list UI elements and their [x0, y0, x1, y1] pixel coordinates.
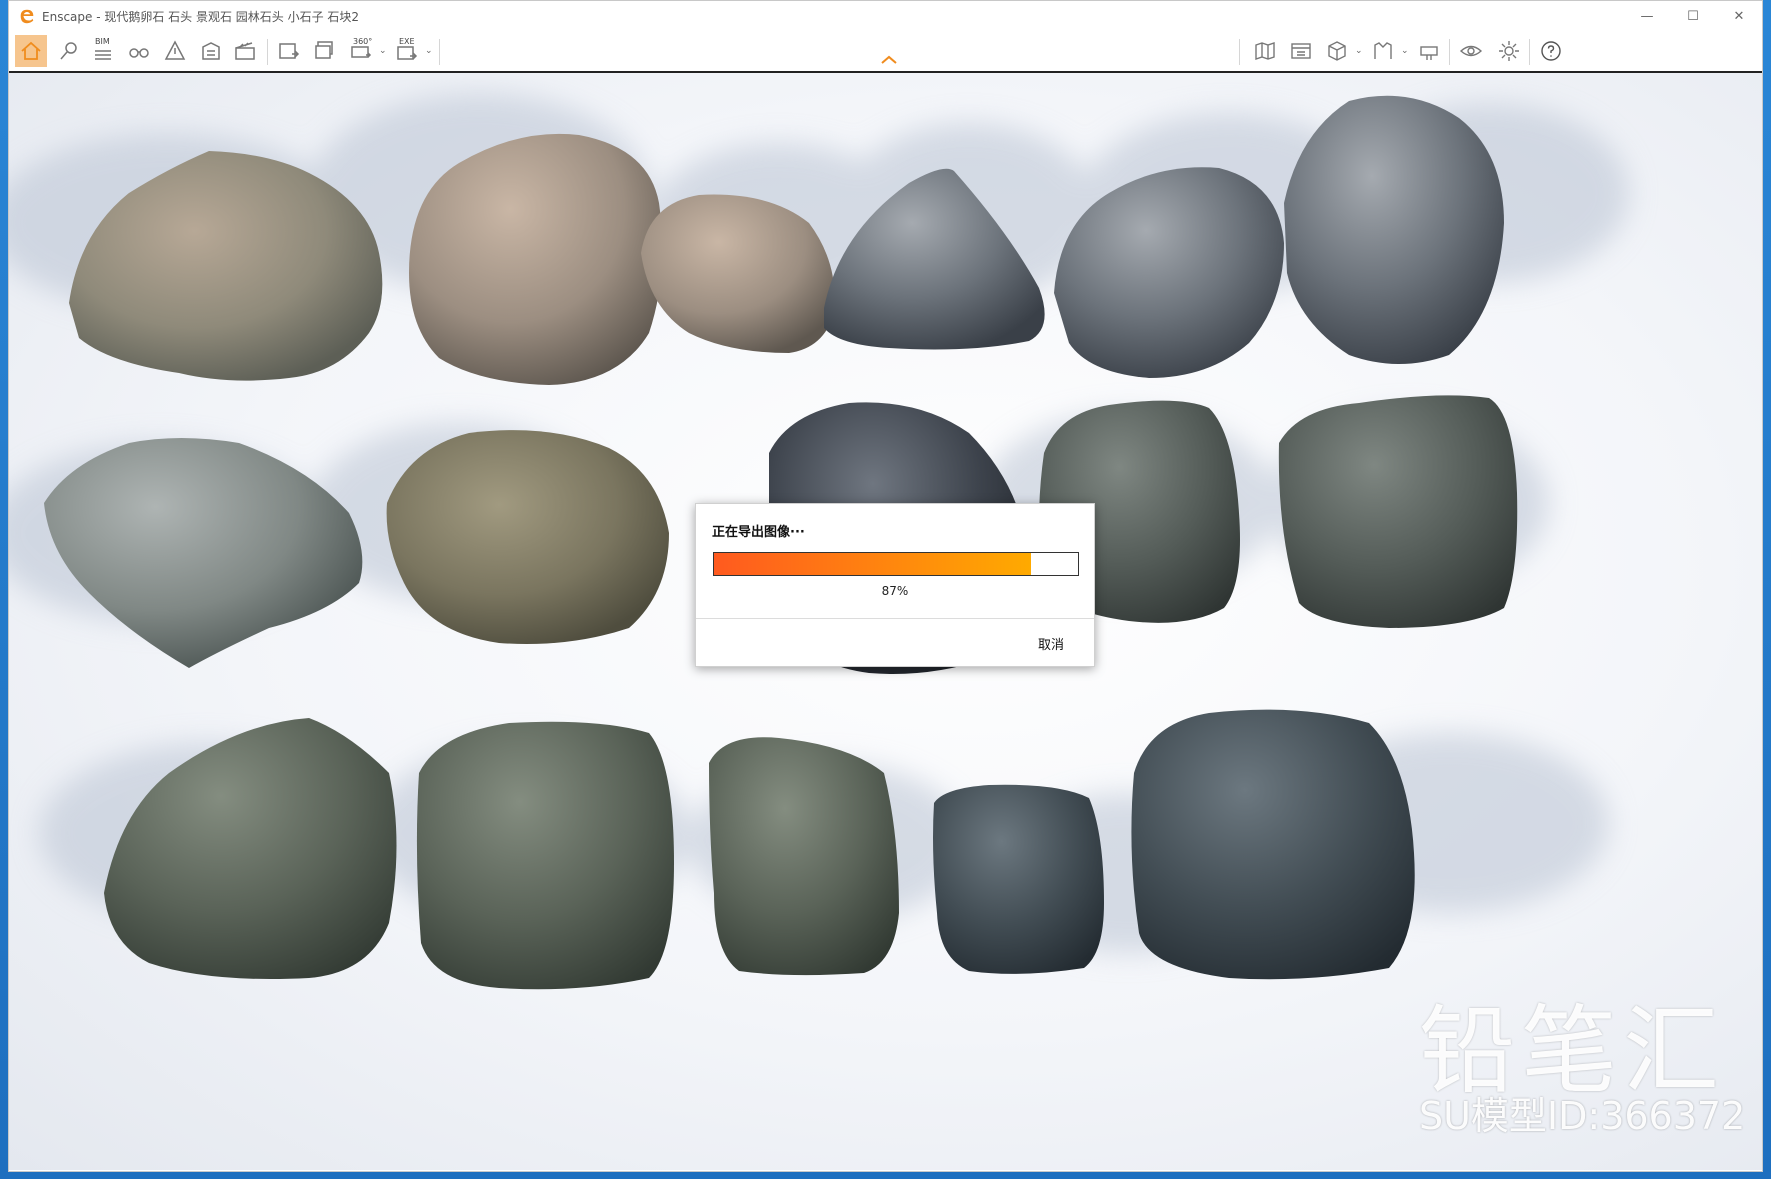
gear-icon — [1499, 41, 1519, 61]
title-bar: Enscape - 现代鹅卵石 石头 景观石 园林石头 小石子 石块2 — ☐ … — [9, 1, 1762, 31]
cancel-button[interactable]: 取消 — [1038, 634, 1064, 653]
building-button[interactable] — [195, 35, 227, 67]
capture-button[interactable] — [1413, 35, 1445, 67]
progress-percentage: 87% — [881, 584, 909, 598]
panorama-label: 360° — [353, 37, 373, 46]
maximize-button[interactable]: ☐ — [1670, 1, 1716, 31]
panorama-dropdown-caret[interactable]: ⌄ — [379, 46, 387, 56]
close-button[interactable]: ✕ — [1716, 1, 1762, 31]
toolbar-separator — [439, 39, 440, 65]
main-toolbar: BIM 360° ⌄ EXE ⌄ ⌄ ⌄ — [9, 31, 1762, 73]
bim-label: BIM — [95, 37, 110, 46]
rock-block-large — [1131, 709, 1415, 980]
clapperboard-icon — [235, 42, 255, 60]
rock-block-tilted — [709, 737, 899, 976]
help-icon — [1541, 41, 1561, 61]
export-exe-button[interactable]: EXE — [391, 35, 423, 67]
map-pin-icon — [60, 42, 77, 60]
eye-icon — [1459, 45, 1483, 57]
visual-settings-button[interactable] — [1455, 35, 1487, 67]
window-title: Enscape - 现代鹅卵石 石头 景观石 园林石头 小石子 石块2 — [42, 9, 360, 24]
toolbar-separator — [267, 39, 268, 65]
home-icon — [21, 41, 41, 60]
cube-icon — [1328, 41, 1346, 61]
rock-block-small — [933, 784, 1104, 974]
map-icon — [1255, 42, 1275, 60]
capture-icon — [1420, 46, 1438, 60]
export-dropdown-caret[interactable]: ⌄ — [425, 46, 433, 56]
material-dropdown-caret[interactable]: ⌄ — [1401, 46, 1409, 56]
collapse-toolbar-chevron-icon[interactable] — [880, 53, 898, 67]
rock-block-right — [1278, 395, 1518, 628]
location-button[interactable] — [53, 35, 85, 67]
export-progress-bar — [713, 552, 1079, 576]
rock-block-square — [416, 721, 674, 990]
toolbar-separator — [1449, 39, 1450, 65]
watermark-model-id: SU模型ID:366372 — [1419, 1094, 1746, 1138]
dialog-divider — [696, 618, 1094, 619]
warning-triangle-icon — [164, 40, 186, 60]
enscape-window: Enscape - 现代鹅卵石 石头 景观石 园林石头 小石子 石块2 — ☐ … — [8, 0, 1763, 1172]
toolbar-separator — [1239, 39, 1240, 65]
batch-render-button[interactable] — [309, 35, 341, 67]
asset-library-button[interactable] — [1285, 35, 1317, 67]
rock-granite-tall — [1284, 95, 1504, 364]
enscape-logo-icon — [20, 9, 34, 24]
exe-label: EXE — [399, 37, 415, 46]
map-button[interactable] — [1249, 35, 1281, 67]
home-view-button[interactable] — [15, 35, 47, 67]
rock-grey-slab — [44, 438, 363, 668]
dialog-title: 正在导出图像··· — [712, 525, 805, 540]
material-editor-icon — [1374, 42, 1392, 59]
building-icon — [202, 42, 220, 60]
batch-render-icon — [315, 41, 333, 59]
binoculars-icon — [129, 48, 149, 58]
asset-library-icon — [1291, 43, 1311, 59]
screenshot-button[interactable] — [273, 35, 305, 67]
minimize-button[interactable]: — — [1624, 1, 1670, 31]
material-editor-button[interactable] — [1367, 35, 1399, 67]
atmosphere-button[interactable] — [159, 35, 191, 67]
rock-mossy-boulder — [386, 430, 669, 644]
help-button[interactable] — [1535, 35, 1567, 67]
cube-dropdown-caret[interactable]: ⌄ — [1355, 46, 1363, 56]
binoculars-button[interactable] — [123, 35, 155, 67]
export-progress-dialog: 正在导出图像··· 87% 取消 — [695, 503, 1095, 667]
clapperboard-button[interactable] — [229, 35, 261, 67]
general-settings-button[interactable] — [1493, 35, 1525, 67]
progress-bar-fill — [714, 553, 1031, 575]
panorama-button[interactable]: 360° — [345, 35, 377, 67]
cube-button[interactable] — [1321, 35, 1353, 67]
screenshot-icon — [279, 43, 300, 59]
toolbar-separator — [1529, 39, 1530, 65]
bim-button[interactable]: BIM — [87, 35, 119, 67]
window-controls: — ☐ ✕ — [1624, 1, 1762, 31]
